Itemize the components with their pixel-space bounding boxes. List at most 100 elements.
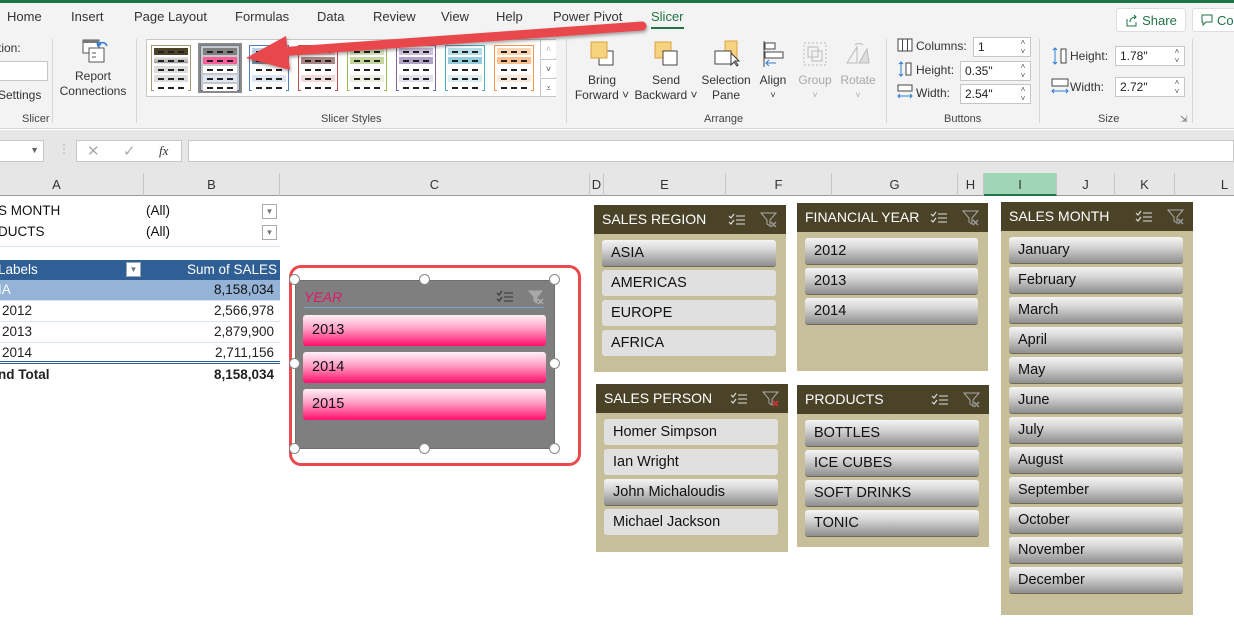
slicer-style-red[interactable] bbox=[298, 45, 338, 91]
slicer-item[interactable]: July bbox=[1009, 417, 1183, 443]
resize-handle-top-right[interactable] bbox=[549, 274, 560, 285]
clear-filter-icon[interactable] bbox=[962, 209, 980, 227]
sales-person-slicer[interactable]: SALES PERSON Homer Simpson Ian Wright John … bbox=[596, 384, 788, 552]
slicer-style-dark-1[interactable] bbox=[151, 45, 191, 91]
gallery-scroll-up[interactable]: ˄ bbox=[540, 40, 556, 58]
resize-handle-left[interactable] bbox=[289, 358, 300, 369]
column-header-l[interactable]: L bbox=[1175, 173, 1234, 196]
slicer-caption-input[interactable] bbox=[0, 61, 48, 81]
year-slicer[interactable]: YEAR 2013 2014 2015 bbox=[295, 280, 555, 449]
slicer-item[interactable]: AFRICA bbox=[602, 330, 776, 356]
button-width-spinner[interactable]: 2.54" ˄ ˅ bbox=[960, 84, 1031, 104]
column-header-j[interactable]: J bbox=[1057, 173, 1115, 196]
spinner-arrows[interactable]: ˄ ˅ bbox=[1018, 62, 1028, 80]
insert-function-icon[interactable]: fx bbox=[159, 143, 168, 159]
column-header-h[interactable]: H bbox=[958, 173, 984, 196]
multi-select-icon[interactable] bbox=[496, 290, 514, 304]
send-backward-button[interactable]: Send Backward ˅ bbox=[633, 39, 699, 103]
column-header-c[interactable]: C bbox=[280, 173, 590, 196]
name-box[interactable]: ▼ bbox=[0, 140, 44, 162]
year-slicer-item[interactable]: 2014 bbox=[303, 352, 546, 383]
gallery-scroll-down[interactable]: ˅ bbox=[540, 59, 556, 77]
resize-handle-bottom-left[interactable] bbox=[289, 443, 300, 454]
sales-month-slicer[interactable]: SALES MONTH January February March April May J… bbox=[1001, 202, 1193, 615]
year-slicer-item[interactable]: 2015 bbox=[303, 389, 546, 420]
multi-select-icon[interactable] bbox=[730, 392, 748, 406]
tab-view[interactable]: View bbox=[441, 9, 469, 24]
tab-data[interactable]: Data bbox=[317, 9, 344, 24]
slicer-item[interactable]: 2014 bbox=[805, 298, 978, 324]
slicer-item[interactable]: August bbox=[1009, 447, 1183, 473]
pivot-filter-dropdown-icon[interactable]: ▼ bbox=[262, 204, 277, 219]
slicer-item[interactable]: ICE CUBES bbox=[805, 450, 979, 476]
pivot-filter-dropdown-icon[interactable]: ▼ bbox=[262, 225, 277, 240]
clear-filter-icon[interactable] bbox=[1167, 208, 1185, 226]
slicer-style-aqua[interactable] bbox=[445, 45, 485, 91]
slicer-style-selected-pink[interactable] bbox=[198, 43, 242, 93]
slicer-item[interactable]: EUROPE bbox=[602, 300, 776, 326]
slicer-item[interactable]: April bbox=[1009, 327, 1183, 353]
year-slicer-item[interactable]: 2013 bbox=[303, 315, 546, 346]
spinner-arrows[interactable]: ˄ ˅ bbox=[1018, 38, 1028, 56]
tab-slicer[interactable]: Slicer bbox=[651, 9, 684, 29]
selection-pane-button[interactable]: Selection Pane bbox=[700, 39, 752, 103]
pivot-row[interactable]: IA 8,158,034 bbox=[0, 280, 280, 301]
resize-handle-top-left[interactable] bbox=[289, 274, 300, 285]
slicer-item[interactable]: ASIA bbox=[602, 240, 776, 266]
spinner-arrows[interactable]: ˄ ˅ bbox=[1172, 47, 1182, 65]
group-button[interactable]: Group ˅ bbox=[794, 39, 836, 103]
financial-year-slicer[interactable]: FINANCIAL YEAR 2012 2013 2014 bbox=[797, 203, 988, 371]
pivot-row[interactable]: 2012 2,566,978 bbox=[0, 301, 280, 322]
column-header-d[interactable]: D bbox=[590, 173, 604, 196]
column-header-k[interactable]: K bbox=[1115, 173, 1175, 196]
clear-filter-icon[interactable] bbox=[963, 391, 981, 409]
column-header-a[interactable]: A bbox=[0, 173, 144, 196]
enter-icon[interactable]: ✓ bbox=[123, 142, 136, 160]
tab-page-layout[interactable]: Page Layout bbox=[134, 9, 207, 24]
slicer-height-spinner[interactable]: 1.78" ˄ ˅ bbox=[1115, 46, 1185, 66]
formula-input[interactable] bbox=[188, 140, 1234, 162]
column-header-f[interactable]: F bbox=[726, 173, 832, 196]
resize-handle-bottom-right[interactable] bbox=[549, 443, 560, 454]
slicer-settings-button[interactable]: Settings bbox=[0, 88, 41, 102]
button-height-spinner[interactable]: 0.35" ˄ ˅ bbox=[960, 61, 1031, 81]
columns-spinner[interactable]: 1 ˄ ˅ bbox=[973, 37, 1031, 57]
slicer-style-blue[interactable] bbox=[249, 45, 289, 91]
share-button[interactable]: Share bbox=[1116, 8, 1186, 32]
name-box-dropdown-icon[interactable]: ▼ bbox=[30, 145, 39, 155]
spinner-arrows[interactable]: ˄ ˅ bbox=[1172, 78, 1182, 96]
slicer-style-green[interactable] bbox=[347, 45, 387, 91]
slicer-item[interactable]: Michael Jackson bbox=[604, 509, 778, 535]
slicer-item[interactable]: December bbox=[1009, 567, 1183, 593]
slicer-item[interactable]: January bbox=[1009, 237, 1183, 263]
column-header-g[interactable]: G bbox=[832, 173, 958, 196]
clear-filter-icon[interactable] bbox=[762, 390, 780, 408]
report-connections-button[interactable]: Report Connections bbox=[56, 37, 130, 99]
slicer-item[interactable]: Homer Simpson bbox=[604, 419, 778, 445]
slicer-item[interactable]: TONIC bbox=[805, 510, 979, 536]
resize-handle-right[interactable] bbox=[549, 358, 560, 369]
slicer-item[interactable]: 2012 bbox=[805, 238, 978, 264]
tab-formulas[interactable]: Formulas bbox=[235, 9, 289, 24]
slicer-item[interactable]: AMERICAS bbox=[602, 270, 776, 296]
slicer-item[interactable]: Ian Wright bbox=[604, 449, 778, 475]
products-slicer[interactable]: PRODUCTS BOTTLES ICE CUBES SOFT DRINKS TONIC bbox=[797, 385, 989, 547]
tab-home[interactable]: Home bbox=[7, 9, 42, 24]
slicer-item[interactable]: 2013 bbox=[805, 268, 978, 294]
slicer-style-purple[interactable] bbox=[396, 45, 436, 91]
sales-region-slicer[interactable]: SALES REGION ASIA AMERICAS EUROPE AFRICA bbox=[594, 205, 786, 372]
pivot-row[interactable]: 2013 2,879,900 bbox=[0, 322, 280, 343]
slicer-width-spinner[interactable]: 2.72" ˄ ˅ bbox=[1115, 77, 1185, 97]
resize-handle-top[interactable] bbox=[419, 274, 430, 285]
rotate-button[interactable]: Rotate ˅ bbox=[838, 39, 878, 103]
slicer-item[interactable]: February bbox=[1009, 267, 1183, 293]
slicer-style-orange[interactable] bbox=[494, 45, 534, 91]
gallery-more[interactable]: ⩡ bbox=[540, 78, 556, 96]
spinner-arrows[interactable]: ˄ ˅ bbox=[1018, 85, 1028, 103]
slicer-item[interactable]: November bbox=[1009, 537, 1183, 563]
clear-filter-icon[interactable] bbox=[760, 211, 778, 229]
multi-select-icon[interactable] bbox=[931, 393, 949, 407]
slicer-item[interactable]: September bbox=[1009, 477, 1183, 503]
column-header-i[interactable]: I bbox=[984, 173, 1057, 196]
slicer-item[interactable]: BOTTLES bbox=[805, 420, 979, 446]
